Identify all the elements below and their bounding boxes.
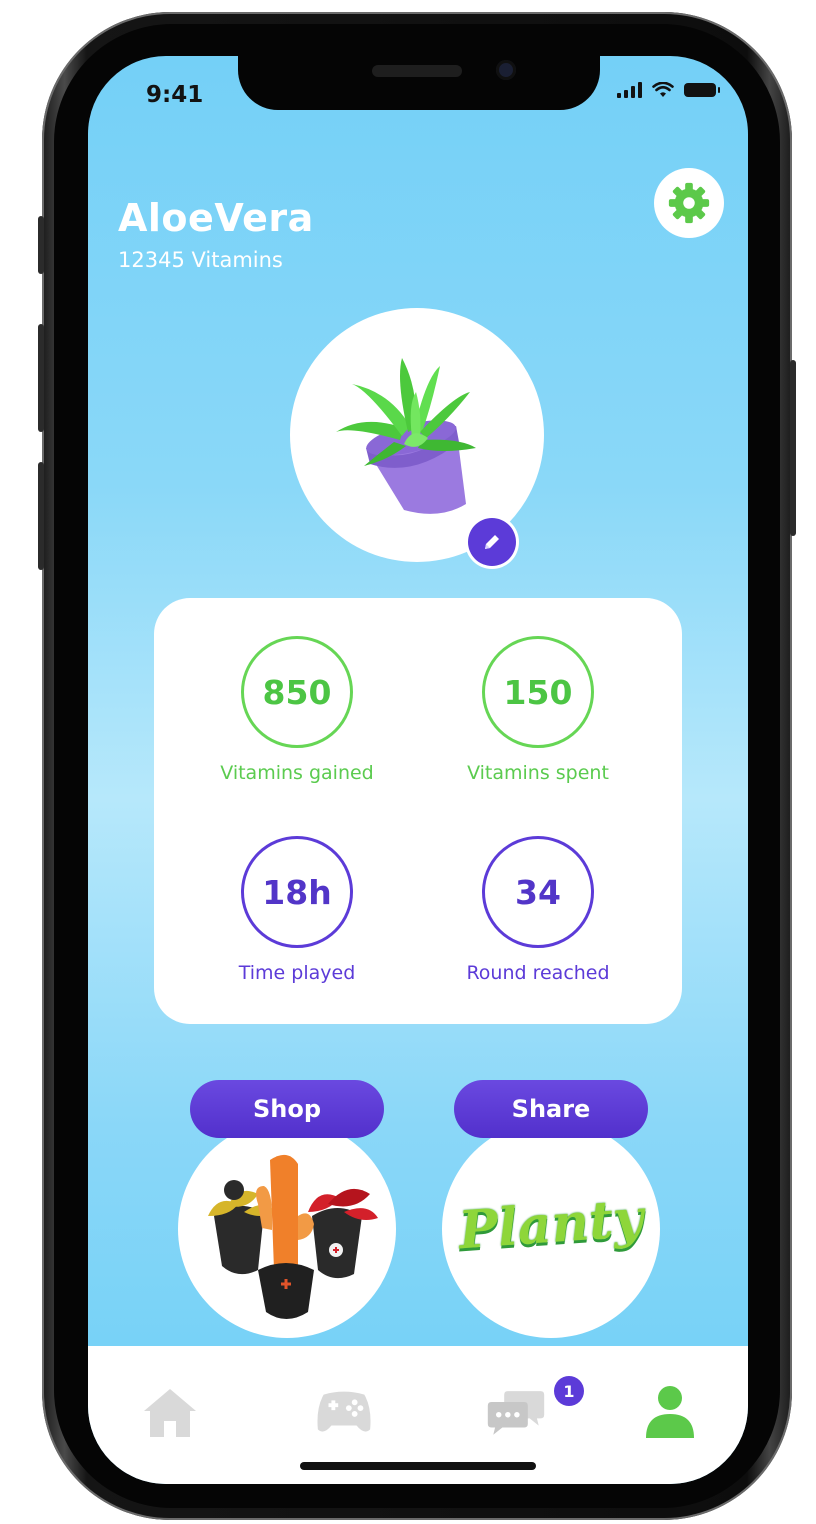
potted-plants-illustration: [208, 1154, 378, 1319]
stat-round-reached: 34 Round reached: [438, 836, 638, 984]
side-button-volume-up: [38, 324, 44, 432]
home-icon: [144, 1389, 196, 1437]
notch: [238, 56, 600, 110]
home-indicator: [300, 1462, 536, 1470]
stats-card: 850 Vitamins gained 150 Vitamins spent 1…: [154, 598, 682, 1024]
stat-vitamins-spent: 150 Vitamins spent: [438, 636, 638, 784]
stat-time-played: 18h Time played: [197, 836, 397, 984]
tab-chat[interactable]: 1: [486, 1376, 584, 1442]
shop-circle[interactable]: [178, 1120, 396, 1338]
share-circle[interactable]: Planty: [442, 1120, 660, 1338]
stat-label: Vitamins gained: [220, 762, 374, 784]
chat-notification-badge: 1: [554, 1376, 584, 1406]
share-button[interactable]: Share: [454, 1080, 648, 1138]
tab-home[interactable]: [140, 1382, 200, 1442]
tab-bar: 1: [88, 1346, 748, 1484]
status-time: 9:41: [146, 82, 204, 108]
edit-avatar-button[interactable]: [468, 518, 516, 566]
stat-value-ring: 34: [482, 836, 594, 948]
chat-icon: [487, 1391, 545, 1435]
tab-profile[interactable]: [640, 1382, 700, 1442]
gear-icon: [668, 182, 710, 224]
shop-button[interactable]: Shop: [190, 1080, 384, 1138]
vitamins-balance: 12345 Vitamins: [118, 248, 283, 272]
side-button-power: [790, 360, 796, 536]
gamepad-icon: [317, 1391, 371, 1432]
pencil-icon: [485, 535, 499, 549]
battery-icon: [684, 83, 720, 97]
stat-label: Time played: [238, 962, 356, 984]
shop-card[interactable]: Shop: [178, 1080, 396, 1340]
planty-logo: Planty: [456, 1187, 646, 1262]
tab-game[interactable]: [314, 1382, 374, 1442]
wifi-icon: [652, 82, 674, 97]
speaker: [372, 65, 462, 77]
settings-button[interactable]: [654, 168, 724, 238]
stat-value-ring: 150: [482, 636, 594, 748]
stat-value-ring: 850: [241, 636, 353, 748]
status-icons: [617, 82, 720, 98]
app-screen: 9:41 AloeVera 12345 Vitamins 850 Vitamin…: [88, 56, 748, 1484]
side-button-mute: [38, 216, 44, 274]
stat-value-ring: 18h: [241, 836, 353, 948]
stat-vitamins-gained: 850 Vitamins gained: [197, 636, 397, 784]
side-button-volume-down: [38, 462, 44, 570]
profile-name: AloeVera: [118, 196, 314, 240]
signal-icon: [617, 82, 642, 98]
profile-icon: [646, 1386, 694, 1438]
share-card[interactable]: Share Planty: [442, 1080, 660, 1340]
camera: [496, 60, 516, 80]
stat-label: Round reached: [466, 962, 610, 984]
stat-label: Vitamins spent: [467, 762, 609, 784]
